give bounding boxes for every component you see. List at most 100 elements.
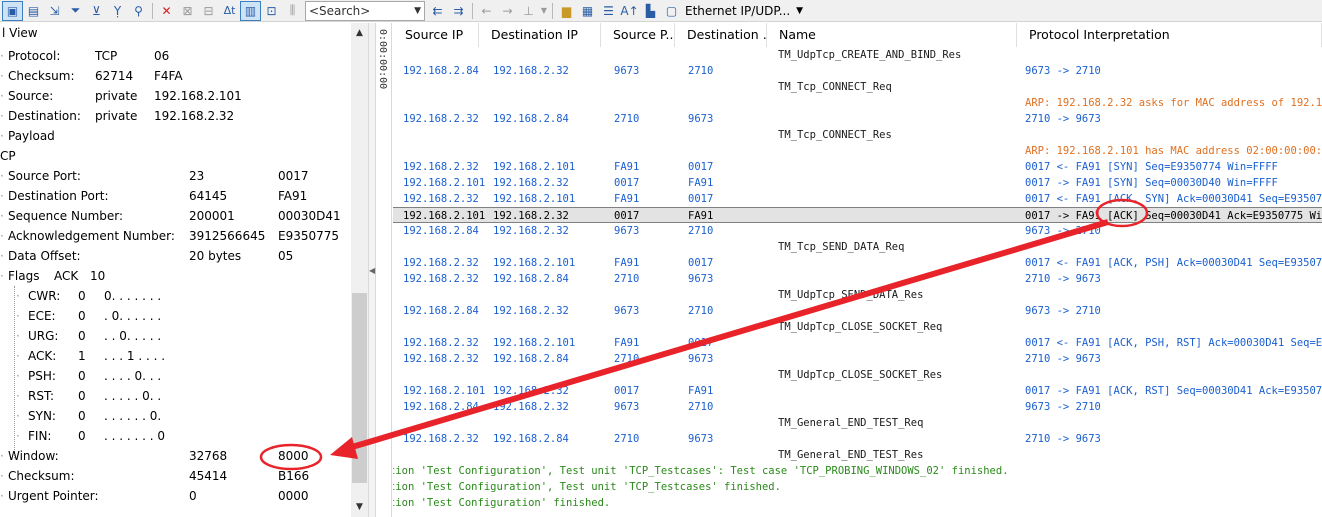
trace-row[interactable]: 192.168.2.101 192.168.2.32 0017 FA91 0017 ->… — [393, 383, 1322, 399]
filter-label[interactable]: Ethernet IP/UDP... — [685, 4, 790, 18]
trace-row[interactable]: tion 'Test Configuration', Test unit 'TC… — [393, 479, 1322, 495]
columns-icon[interactable]: ⫼ — [282, 1, 303, 21]
trace-row[interactable]: 192.168.2.84 192.168.2.32 9673 2710 9673 -> … — [393, 399, 1322, 415]
scroll-thumb[interactable] — [352, 293, 367, 483]
trace-row[interactable]: 192.168.2.32 192.168.2.101 FA91 0017 0017 <-… — [393, 191, 1322, 207]
trace-row[interactable]: 192.168.2.32 192.168.2.84 2710 9673 2710 -> … — [393, 351, 1322, 367]
auto-scroll-icon[interactable]: ▥ — [240, 0, 261, 21]
line-style-icon[interactable]: ☰ — [598, 1, 619, 21]
back-arrow-icon[interactable]: ← — [476, 1, 497, 21]
destination-ip-cell: 192.168.2.84 — [493, 273, 569, 285]
expand-icon[interactable]: ⇲ — [44, 1, 65, 21]
search-forward-icon[interactable]: ⇉ — [448, 1, 469, 21]
folder-icon[interactable]: ▆ — [556, 1, 577, 21]
trace-row[interactable]: 192.168.2.84 192.168.2.32 9673 2710 9673 -> … — [393, 63, 1322, 79]
trace-row[interactable]: 192.168.2.84 192.168.2.32 9673 2710 9673 -> … — [393, 303, 1322, 319]
filter-clear-icon[interactable]: ⊻ — [86, 1, 107, 21]
trace-row[interactable]: TM_General_END_TEST_Res — [393, 447, 1322, 463]
trace-row[interactable]: 192.168.2.84 192.168.2.32 9673 2710 9673 -> … — [393, 223, 1322, 239]
scroll-up-icon[interactable]: ▲ — [352, 25, 367, 40]
source-port-cell: 2710 — [614, 433, 640, 445]
trace-row[interactable]: TM_Tcp_CONNECT_Req — [393, 79, 1322, 95]
search-backward-icon[interactable]: ⇇ — [427, 1, 448, 21]
field-value: 62714 — [95, 69, 134, 83]
clear-icon[interactable]: ⊠ — [177, 1, 198, 21]
trace-row-selected[interactable]: 192.168.2.101 192.168.2.32 0017 FA91 0017 ->… — [393, 207, 1322, 223]
column-header[interactable]: Source IP — [393, 23, 479, 47]
delete-icon[interactable]: ✕ — [156, 1, 177, 21]
trace-row[interactable]: TM_UdpTcp_SEND_DATA_Res — [393, 287, 1322, 303]
go-to-icon[interactable]: ⊥ — [518, 1, 539, 21]
splitter-grip-icon[interactable]: ◀ — [369, 266, 375, 275]
toolbar-separator — [152, 2, 153, 19]
filter-funnel-icon[interactable]: ⏷ — [65, 1, 86, 21]
trace-row[interactable]: ARP: 192.168.2.32 asks for MAC address o… — [393, 95, 1322, 111]
source-ip-cell: 192.168.2.32 — [403, 337, 479, 349]
filter-dropdown-icon[interactable]: ▼ — [796, 6, 803, 16]
message-name-cell: TM_UdpTcp_SEND_DATA_Res — [778, 289, 924, 301]
binoculars-icon[interactable]: ⚲ — [128, 1, 149, 21]
trace-row[interactable]: 192.168.2.32 192.168.2.101 FA91 0017 0017 <-… — [393, 335, 1322, 351]
font-size-icon[interactable]: A↑ — [619, 1, 640, 21]
trace-row[interactable]: 192.168.2.32 192.168.2.84 2710 9673 2710 -> … — [393, 431, 1322, 447]
flag-value: 0 — [78, 309, 86, 323]
field-raw: F4FA — [154, 69, 183, 83]
filter-stop-icon[interactable]: Ỵ — [107, 1, 128, 21]
flag-name: FIN: — [28, 429, 52, 443]
statistics-icon[interactable]: ▤ — [23, 1, 44, 21]
trace-row[interactable]: 192.168.2.32 192.168.2.101 FA91 0017 0017 <-… — [393, 255, 1322, 271]
trace-row[interactable]: TM_UdpTcp_CLOSE_SOCKET_Req — [393, 319, 1322, 335]
trace-row[interactable]: tion 'Test Configuration', Test unit 'TC… — [393, 463, 1322, 479]
test-status-message: tion 'Test Configuration', Test unit 'TC… — [393, 481, 781, 493]
destination-port-cell: 2710 — [688, 401, 714, 413]
destination-port-cell: 0017 — [688, 161, 714, 173]
trace-row[interactable]: TM_UdpTcp_CREATE_AND_BIND_Res — [393, 47, 1322, 63]
trace-row[interactable]: 192.168.2.32 192.168.2.84 2710 9673 2710 -> … — [393, 271, 1322, 287]
column-header[interactable]: Protocol Interpretation — [1017, 23, 1322, 47]
chevron-down-icon[interactable]: ▼ — [414, 6, 421, 16]
destination-ip-cell: 192.168.2.101 — [493, 257, 576, 269]
clear-all-icon[interactable]: ⊟ — [198, 1, 219, 21]
flag-value: 0 — [78, 329, 86, 343]
trace-row[interactable]: 192.168.2.32 192.168.2.101 FA91 0017 0017 <-… — [393, 159, 1322, 175]
source-port-cell: FA91 — [614, 193, 640, 205]
column-header[interactable]: Destination IP — [479, 23, 601, 47]
column-header[interactable]: Name — [767, 23, 1017, 47]
source-port-cell: 9673 — [614, 305, 640, 317]
trace-row[interactable]: TM_Tcp_SEND_DATA_Req — [393, 239, 1322, 255]
go-to-dropdown-icon[interactable]: ▼ — [539, 1, 549, 21]
detail-scrollbar[interactable]: ▲ ▼ — [351, 23, 368, 517]
field-value: private — [95, 89, 138, 103]
detail-view-icon[interactable]: ▣ — [2, 0, 23, 21]
delta-time-icon[interactable]: Δt — [219, 1, 240, 21]
window-layout-icon[interactable]: ▦ — [577, 1, 598, 21]
search-input[interactable]: <Search> ▼ — [305, 0, 425, 21]
trace-row[interactable]: TM_General_END_TEST_Req — [393, 415, 1322, 431]
column-header[interactable]: Source P... — [601, 23, 675, 47]
trace-row[interactable]: 192.168.2.101 192.168.2.32 0017 FA91 0017 ->… — [393, 175, 1322, 191]
trace-row[interactable]: 192.168.2.32 192.168.2.84 2710 9673 2710 -> … — [393, 111, 1322, 127]
trace-row[interactable]: TM_Tcp_CONNECT_Res — [393, 127, 1322, 143]
comment-icon[interactable]: ⊡ — [261, 1, 282, 21]
field-value: 200001 — [189, 209, 235, 223]
forward-arrow-icon[interactable]: → — [497, 1, 518, 21]
toolbar-separator — [472, 2, 473, 19]
filter-window-icon[interactable]: ▢ — [661, 1, 682, 21]
message-name-cell: TM_General_END_TEST_Res — [778, 449, 924, 461]
trace-row[interactable]: TM_UdpTcp_CLOSE_SOCKET_Res — [393, 367, 1322, 383]
test-status-message: tion 'Test Configuration' finished. — [393, 497, 611, 509]
field-value: 45414 — [189, 469, 228, 483]
pane-splitter[interactable]: ◀ — [368, 23, 376, 517]
source-ip-cell: 192.168.2.84 — [403, 225, 479, 237]
flag-name: ACK: — [28, 349, 57, 363]
trace-row[interactable]: tion 'Test Configuration' finished. — [393, 495, 1322, 511]
highlight-icon[interactable]: ▙ — [640, 1, 661, 21]
protocol-interpretation-cell: 2710 -> 9673 — [1025, 113, 1101, 125]
trace-row[interactable]: ARP: 192.168.2.101 has MAC address 02:00… — [393, 143, 1322, 159]
flag-bits: . . 0. . . . . — [104, 329, 162, 343]
destination-port-cell: FA91 — [688, 385, 714, 397]
destination-port-cell: 9673 — [688, 433, 714, 445]
column-header[interactable]: Destination ... — [675, 23, 767, 47]
scroll-down-icon[interactable]: ▼ — [352, 499, 367, 514]
search-placeholder: <Search> — [309, 3, 371, 18]
